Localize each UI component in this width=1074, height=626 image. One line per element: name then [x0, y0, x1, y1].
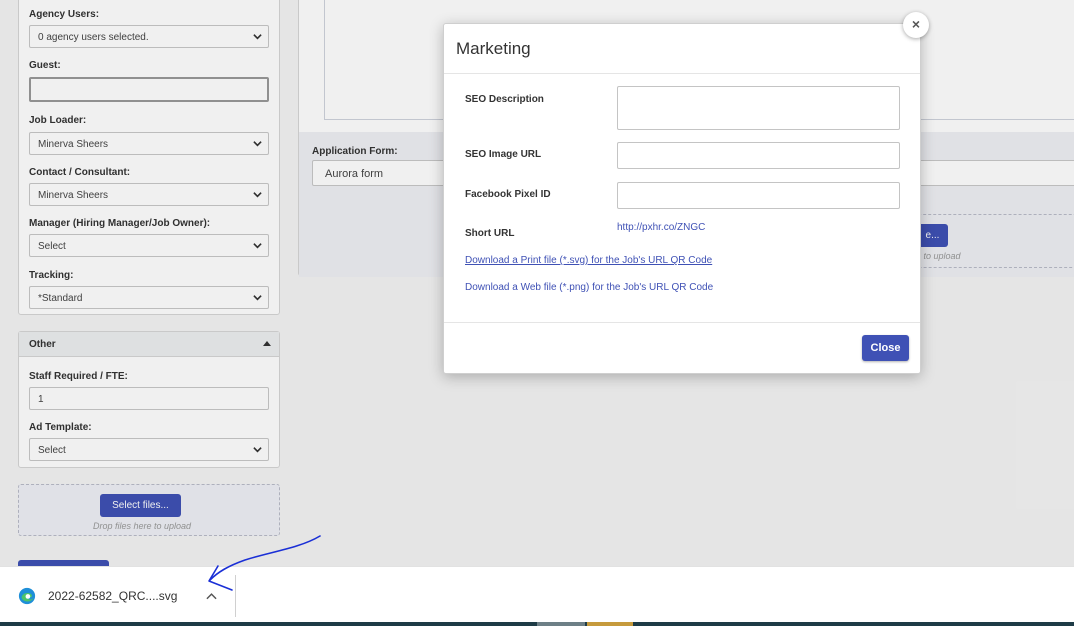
download-bar: 2022-62582_QRC....svg: [0, 566, 1074, 622]
facebook-pixel-input[interactable]: [617, 182, 900, 209]
divider: [235, 575, 236, 617]
close-icon[interactable]: ×: [903, 12, 929, 38]
modal-footer-divider: [444, 322, 920, 323]
chevron-up-icon[interactable]: [206, 592, 217, 600]
seo-image-url-label: SEO Image URL: [465, 149, 542, 160]
download-svg-link[interactable]: Download a Print file (*.svg) for the Jo…: [465, 255, 712, 266]
seo-description-label: SEO Description: [465, 94, 544, 105]
seo-description-textarea[interactable]: [617, 86, 900, 130]
marketing-modal: Marketing SEO Description SEO Image URL …: [443, 23, 921, 374]
taskbar-item-active[interactable]: [587, 622, 633, 626]
modal-header: Marketing: [444, 24, 920, 74]
seo-image-url-input[interactable]: [617, 142, 900, 169]
close-button[interactable]: Close: [862, 335, 909, 361]
taskbar-item[interactable]: [537, 622, 585, 626]
modal-title: Marketing: [456, 39, 531, 58]
facebook-pixel-label: Facebook Pixel ID: [465, 189, 551, 200]
short-url-value[interactable]: http://pxhr.co/ZNGC: [617, 222, 705, 233]
short-url-label: Short URL: [465, 228, 515, 239]
edge-icon: [18, 587, 36, 605]
download-file-name[interactable]: 2022-62582_QRC....svg: [48, 589, 177, 603]
download-png-link[interactable]: Download a Web file (*.png) for the Job'…: [465, 282, 713, 293]
